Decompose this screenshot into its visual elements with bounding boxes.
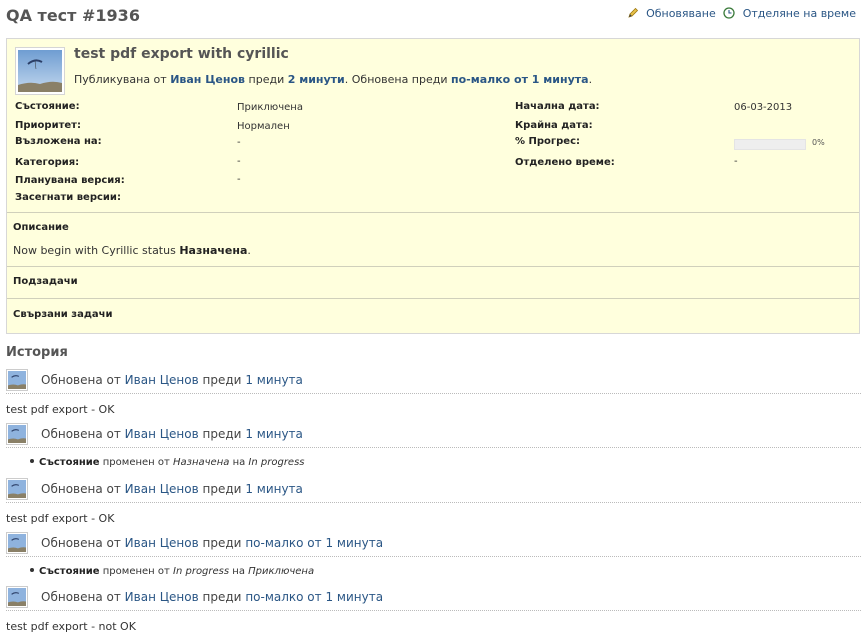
target-version-label: Планувана версия: (15, 175, 125, 186)
author-end-dot: . (588, 73, 593, 86)
progress-bar (734, 139, 806, 150)
journal-avatar-icon (6, 478, 28, 500)
ago-word: преди (202, 536, 242, 550)
description-heading: Описание (13, 222, 69, 233)
start-date-label: Начална дата: (515, 101, 600, 112)
issue-subject: test pdf export with cyrillic (74, 46, 289, 62)
updated-by-text: Обновена от (41, 482, 121, 496)
author-prefix: Публикувана от (74, 73, 167, 86)
updated-by-text: Обновена от (41, 536, 121, 550)
priority-value: Нормален (237, 121, 290, 132)
edit-button[interactable]: Обновяване (646, 7, 716, 20)
updated-by-text: Обновена от (41, 590, 121, 604)
journal-author-link[interactable]: Иван Ценов (125, 373, 199, 387)
journal-time-link[interactable]: 1 минута (245, 373, 303, 387)
divider (7, 212, 859, 213)
journal-time-link[interactable]: 1 минута (245, 427, 303, 441)
detail-new-value: In progress (248, 457, 305, 468)
bullet-icon (30, 459, 34, 463)
journal-author-link[interactable]: Иван Ценов (125, 590, 199, 604)
created-ago-link[interactable]: 2 минути (288, 73, 345, 86)
journal-entry: Обновена от Иван Ценов преди по-малко от… (6, 585, 861, 611)
journal-header: Обновена от Иван Ценов преди по-малко от… (41, 536, 383, 550)
updated-ago-link[interactable]: по-малко от 1 минута (451, 73, 589, 86)
paraglider-avatar-icon (18, 50, 62, 92)
target-version-value: - (237, 174, 241, 185)
journal-entry: Обновена от Иван Ценов преди 1 минута (6, 477, 861, 503)
relations-heading: Свързани задачи (13, 309, 113, 320)
detail-old-value: In progress (173, 566, 230, 577)
issue-details: test pdf export with cyrillic Публикуван… (6, 38, 860, 334)
to-text: на (232, 566, 245, 577)
journal-author-link[interactable]: Иван Ценов (125, 482, 199, 496)
due-date-label: Крайна дата: (515, 120, 593, 131)
journal-detail: Състояние променен от Назначена на In pr… (30, 457, 305, 468)
page-title: QA тест #1936 (6, 6, 140, 25)
changed-from-text: променен от (102, 457, 170, 468)
journal-notes: test pdf export - not OK (6, 620, 136, 633)
journal-avatar-icon (6, 423, 28, 445)
ago-word: преди (202, 590, 242, 604)
assigned-value: - (237, 137, 241, 148)
ago-word: преди (202, 373, 242, 387)
status-value: Приключена (237, 102, 303, 113)
progress-label: % Прогрес: (515, 136, 580, 147)
journal-header: Обновена от Иван Ценов преди по-малко от… (41, 590, 383, 604)
author-link[interactable]: Иван Ценов (170, 73, 245, 86)
journal-time-link[interactable]: по-малко от 1 минута (245, 590, 383, 604)
journal-author-link[interactable]: Иван Ценов (125, 427, 199, 441)
journal-time-link[interactable]: по-малко от 1 минута (245, 536, 383, 550)
journal-avatar-icon (6, 532, 28, 554)
category-value: - (237, 156, 241, 167)
journal-author-link[interactable]: Иван Ценов (125, 536, 199, 550)
to-text: на (232, 457, 246, 468)
updated-separator: . Обновена преди (344, 73, 448, 86)
assigned-label: Възложена на: (15, 136, 102, 147)
journal-entry: Обновена от Иван Ценов преди по-малко от… (6, 531, 861, 557)
description-text: Now begin with Cyrillic status Назначена… (13, 244, 251, 257)
author-avatar (15, 47, 65, 95)
log-time-button[interactable]: Отделяне на време (743, 7, 856, 20)
status-label: Състояние: (15, 101, 80, 112)
ago-word: преди (202, 482, 242, 496)
divider (7, 266, 859, 267)
journal-entry: Обновена от Иван Ценов преди 1 минута (6, 368, 861, 394)
category-label: Категория: (15, 157, 80, 168)
journal-header: Обновена от Иван Ценов преди 1 минута (41, 373, 303, 387)
journal-notes: test pdf export - OK (6, 403, 115, 416)
changed-from-text: променен от (102, 566, 170, 577)
detail-new-value: Приключена (248, 566, 315, 577)
detail-field: Състояние (39, 457, 100, 468)
journal-notes: test pdf export - OK (6, 512, 115, 525)
journal-header: Обновена от Иван Ценов преди 1 минута (41, 482, 303, 496)
spent-time-value: - (734, 156, 738, 167)
subtasks-heading: Подзадачи (13, 276, 78, 287)
journal-avatar-icon (6, 369, 28, 391)
clock-icon (723, 7, 735, 22)
affected-versions-label: Засегнати версии: (15, 192, 121, 203)
contextual-actions: Обновяване Отделяне на време (627, 7, 856, 22)
ago-word: преди (202, 427, 242, 441)
priority-label: Приоритет: (15, 120, 81, 131)
journal-time-link[interactable]: 1 минута (245, 482, 303, 496)
updated-by-text: Обновена от (41, 373, 121, 387)
bullet-icon (30, 568, 34, 572)
progress-percent: 0% (812, 138, 825, 147)
pencil-icon (627, 7, 639, 22)
history-heading: История (6, 345, 68, 360)
author-line: Публикувана от Иван Ценов преди 2 минути… (74, 73, 592, 86)
detail-old-value: Назначена (173, 457, 230, 468)
spent-time-label: Отделено време: (515, 157, 615, 168)
journal-entry: Обновена от Иван Ценов преди 1 минута (6, 422, 861, 448)
journal-avatar-icon (6, 586, 28, 608)
created-ago-word: преди (248, 73, 285, 86)
journal-detail: Състояние променен от In progress на При… (30, 566, 314, 577)
journal-header: Обновена от Иван Ценов преди 1 минута (41, 427, 303, 441)
detail-field: Състояние (39, 566, 100, 577)
divider (7, 298, 859, 299)
start-date-value: 06-03-2013 (734, 102, 793, 113)
updated-by-text: Обновена от (41, 427, 121, 441)
